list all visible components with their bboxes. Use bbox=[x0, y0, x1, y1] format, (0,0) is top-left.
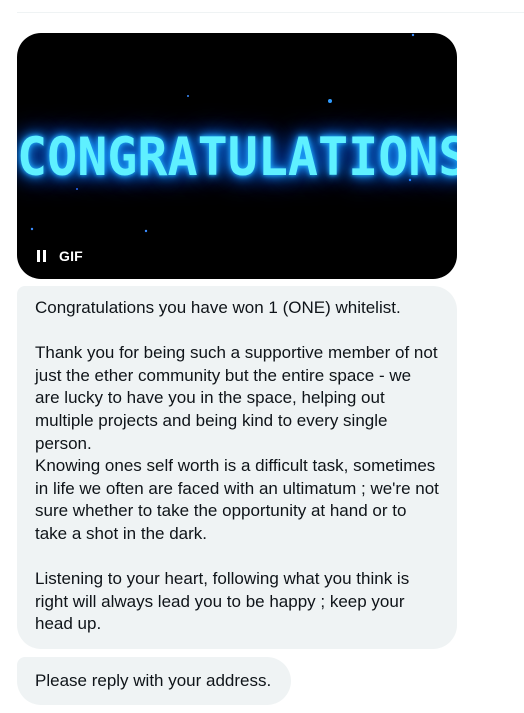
message-text: Please reply with your address. bbox=[35, 671, 272, 690]
gif-media[interactable]: CONGRATULATIONS GIF bbox=[17, 33, 457, 279]
pause-icon[interactable] bbox=[37, 250, 47, 262]
gif-controls[interactable]: GIF bbox=[37, 247, 83, 265]
message-bubble[interactable]: Please reply with your address. bbox=[17, 657, 291, 705]
message-text: Congratulations you have won 1 (ONE) whi… bbox=[35, 298, 439, 634]
top-divider bbox=[17, 12, 524, 13]
congratulations-banner: CONGRATULATIONS bbox=[17, 126, 457, 188]
gif-label: GIF bbox=[59, 248, 83, 264]
message-bubble[interactable]: Congratulations you have won 1 (ONE) whi… bbox=[17, 286, 457, 649]
